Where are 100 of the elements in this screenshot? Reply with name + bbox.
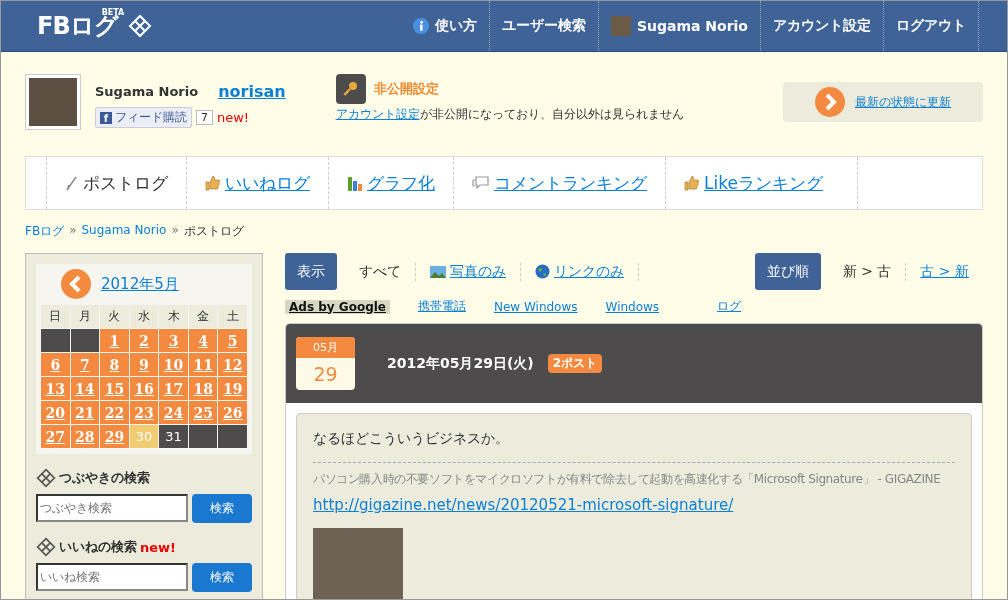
search-field[interactable]: つぶやき検索 [36,494,188,522]
chevron-right-icon [815,87,845,117]
menu-item[interactable]: ユーザー検索 [489,1,599,51]
calendar-day[interactable]: 20 [41,401,70,424]
tab[interactable]: いいねログ [186,157,328,209]
calendar-day[interactable]: 27 [41,425,70,448]
link-title: パソコン購入時の不要ソフトをマイクロソフトが有料で除去して起動を高速化する「Microsoft Signature」 - GIGAZINE [313,462,955,488]
info-icon [412,18,429,34]
tab[interactable]: グラフ化 [328,157,453,209]
calendar-day[interactable]: 6 [41,353,70,376]
thumbs-up-icon [205,175,221,191]
profile-name: Sugama Norio [95,84,199,99]
calendar-day[interactable]: 5 [218,329,247,352]
tab[interactable]: ポストログ [46,157,186,209]
new-label: new! [140,539,176,555]
logo-mark-icon [36,468,56,488]
weekday-label: 土 [218,305,247,328]
globe-icon [535,264,550,279]
filter-option[interactable]: 写真のみ [416,262,521,281]
day-title: 2012年05月29日(火) [387,354,534,373]
privacy-title: 非公開設定 [373,80,439,98]
chevron-left-icon[interactable] [61,269,91,299]
calendar-day[interactable]: 18 [188,377,218,400]
facebook-icon: f [100,111,112,124]
calendar-day: 30 [129,425,159,448]
calendar-day[interactable]: 7 [70,353,100,376]
weekday-label: 月 [70,305,100,328]
sort-option[interactable]: 古 > 新 [906,262,983,281]
calendar-day[interactable]: 14 [70,377,100,400]
breadcrumb-separator: » [171,223,179,239]
search-button[interactable]: 検索 [192,563,252,592]
new-label: new! [217,110,250,125]
calendar-day[interactable]: 3 [159,329,188,352]
search-field[interactable]: いいね検索 [36,563,188,591]
calendar-day[interactable]: 29 [100,425,129,448]
calendar-day[interactable]: 13 [41,377,70,400]
menu-item[interactable]: 使い方 [400,1,490,51]
feed-count: 7 [196,110,213,125]
account-settings-link[interactable]: アカウント設定 [335,107,420,121]
calendar-day[interactable]: 22 [100,401,129,424]
weekday-label: 火 [100,305,129,328]
calendar-day[interactable]: 23 [129,401,159,424]
privacy-message: アカウント設定が非公開になっており、自分以外は見られません [335,106,684,123]
filter-option[interactable]: すべて [337,262,416,281]
calendar-day[interactable]: 9 [129,353,159,376]
photo-icon [430,265,446,278]
calendar-day[interactable]: 28 [70,425,100,448]
username-link[interactable]: norisan [218,82,286,101]
bar-chart-icon [347,175,363,191]
tab[interactable]: コメントランキング [453,157,665,209]
calendar-day[interactable]: 15 [100,377,129,400]
calendar-day[interactable]: 25 [188,401,218,424]
post-text: なるほどこういうビジネスか。 [313,430,510,448]
ad-link[interactable]: Windows [605,299,660,314]
filter-option[interactable]: リンクのみ [521,262,639,281]
speech-bubble-icon [472,175,490,191]
logo-mark-icon [128,14,153,38]
calendar-day[interactable]: 21 [70,401,100,424]
breadcrumb-separator: » [69,223,77,239]
refresh-button[interactable]: 最新の状態に更新 [783,82,983,122]
ads-label: Ads by Google [285,299,390,314]
menu-item[interactable]: Sugama Norio [598,1,761,51]
calendar-day[interactable]: 2 [129,329,159,352]
calendar-day[interactable]: 4 [188,329,218,352]
ad-link[interactable]: New Windows [493,299,578,314]
menu-item[interactable]: アカウント設定 [761,1,884,51]
avatar-photo [610,16,631,36]
menu-item[interactable]: ログアウト [884,1,979,51]
ad-link[interactable]: 携帯電話 [417,298,466,315]
weekday-label: 水 [129,305,159,328]
thumbs-up-icon [684,175,700,191]
tab[interactable]: Likeランキング [665,157,858,209]
calendar-day[interactable]: 19 [218,377,247,400]
search-button[interactable]: 検索 [192,494,252,523]
filter-label: 表示 [285,253,337,290]
calendar-day[interactable]: 1 [100,329,129,352]
ad-link[interactable]: ログ [717,298,742,315]
avatar-photo [25,74,81,130]
search-title: いいねの検索 [59,538,137,556]
calendar-day[interactable]: 26 [218,401,247,424]
search-title: つぶやきの検索 [59,469,150,487]
calendar-day[interactable]: 10 [159,353,188,376]
weekday-label: 金 [188,305,218,328]
sort-label: 並び順 [754,253,821,290]
calendar-day[interactable]: 24 [159,401,188,424]
weekday-label: 日 [41,305,70,328]
post-link[interactable]: http://gigazine.net/news/20120521-microsoft-signature/ [313,496,955,514]
feed-button[interactable]: f フィード購読 [95,107,192,128]
breadcrumb-link[interactable]: FBログ [25,223,65,240]
calendar-month-link[interactable]: 2012年5月 [101,274,179,294]
breadcrumb-current: ポストログ [183,223,244,240]
calendar-day[interactable]: 12 [218,353,247,376]
calendar-day[interactable]: 11 [188,353,218,376]
breadcrumb-link[interactable]: Sugama Norio [81,223,167,240]
calendar-day[interactable]: 16 [129,377,159,400]
sort-option[interactable]: 新 > 古 [820,262,907,281]
calendar-day[interactable]: 8 [100,353,129,376]
post-count-badge: 2ポスト [547,354,603,373]
calendar-day[interactable]: 17 [159,377,188,400]
key-icon [335,74,366,104]
